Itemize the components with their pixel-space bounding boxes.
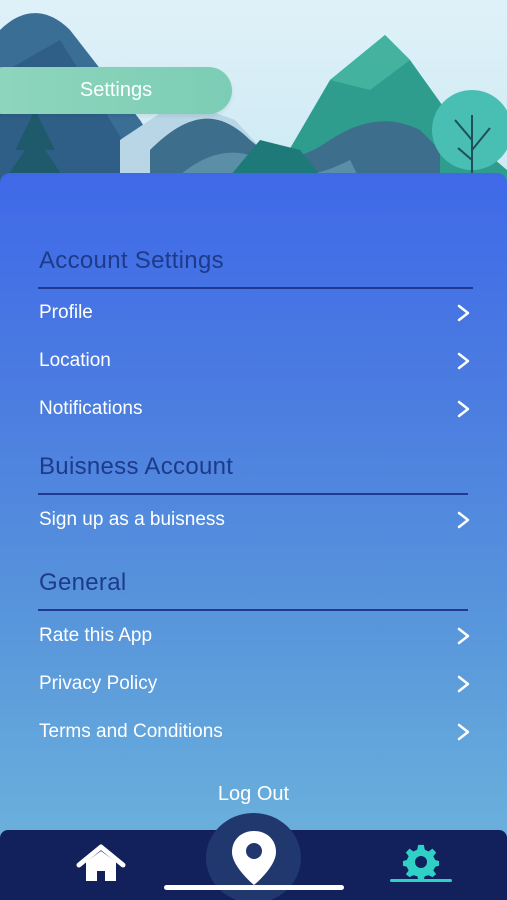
- chevron-right-icon: [457, 675, 470, 693]
- chevron-right-icon: [457, 352, 470, 370]
- settings-item-label: Notifications: [39, 398, 143, 419]
- section-divider: [38, 287, 473, 289]
- settings-item-label: Sign up as a buisness: [39, 509, 225, 530]
- map-pin-icon: [231, 831, 276, 885]
- chevron-right-icon: [457, 400, 470, 418]
- settings-item-location[interactable]: Location: [0, 339, 507, 383]
- active-tab-indicator: [390, 879, 452, 882]
- chevron-right-icon: [457, 723, 470, 741]
- settings-item-label: Profile: [39, 302, 93, 323]
- gear-icon[interactable]: [397, 843, 445, 881]
- settings-item-label: Location: [39, 350, 111, 371]
- settings-item-label: Privacy Policy: [39, 673, 158, 694]
- settings-item-sign-up-business[interactable]: Sign up as a buisness: [0, 498, 507, 542]
- logout-button[interactable]: Log Out: [0, 783, 507, 806]
- settings-item-label: Terms and Conditions: [39, 721, 223, 742]
- settings-item-privacy-policy[interactable]: Privacy Policy: [0, 662, 507, 706]
- chevron-right-icon: [457, 511, 470, 529]
- settings-item-terms[interactable]: Terms and Conditions: [0, 710, 507, 754]
- chevron-right-icon: [457, 627, 470, 645]
- section-divider: [38, 493, 468, 495]
- home-icon[interactable]: [75, 844, 127, 884]
- section-title-business-account: Buisness Account: [39, 453, 234, 480]
- settings-item-rate-app[interactable]: Rate this App: [0, 614, 507, 658]
- chevron-right-icon: [457, 304, 470, 322]
- section-title-account-settings: Account Settings: [39, 247, 224, 274]
- settings-item-notifications[interactable]: Notifications: [0, 387, 507, 431]
- section-title-general: General: [39, 569, 127, 596]
- settings-item-profile[interactable]: Profile: [0, 291, 507, 335]
- section-divider: [38, 609, 468, 611]
- page-title: Settings: [0, 67, 232, 114]
- settings-item-label: Rate this App: [39, 625, 153, 646]
- home-indicator: [164, 885, 344, 890]
